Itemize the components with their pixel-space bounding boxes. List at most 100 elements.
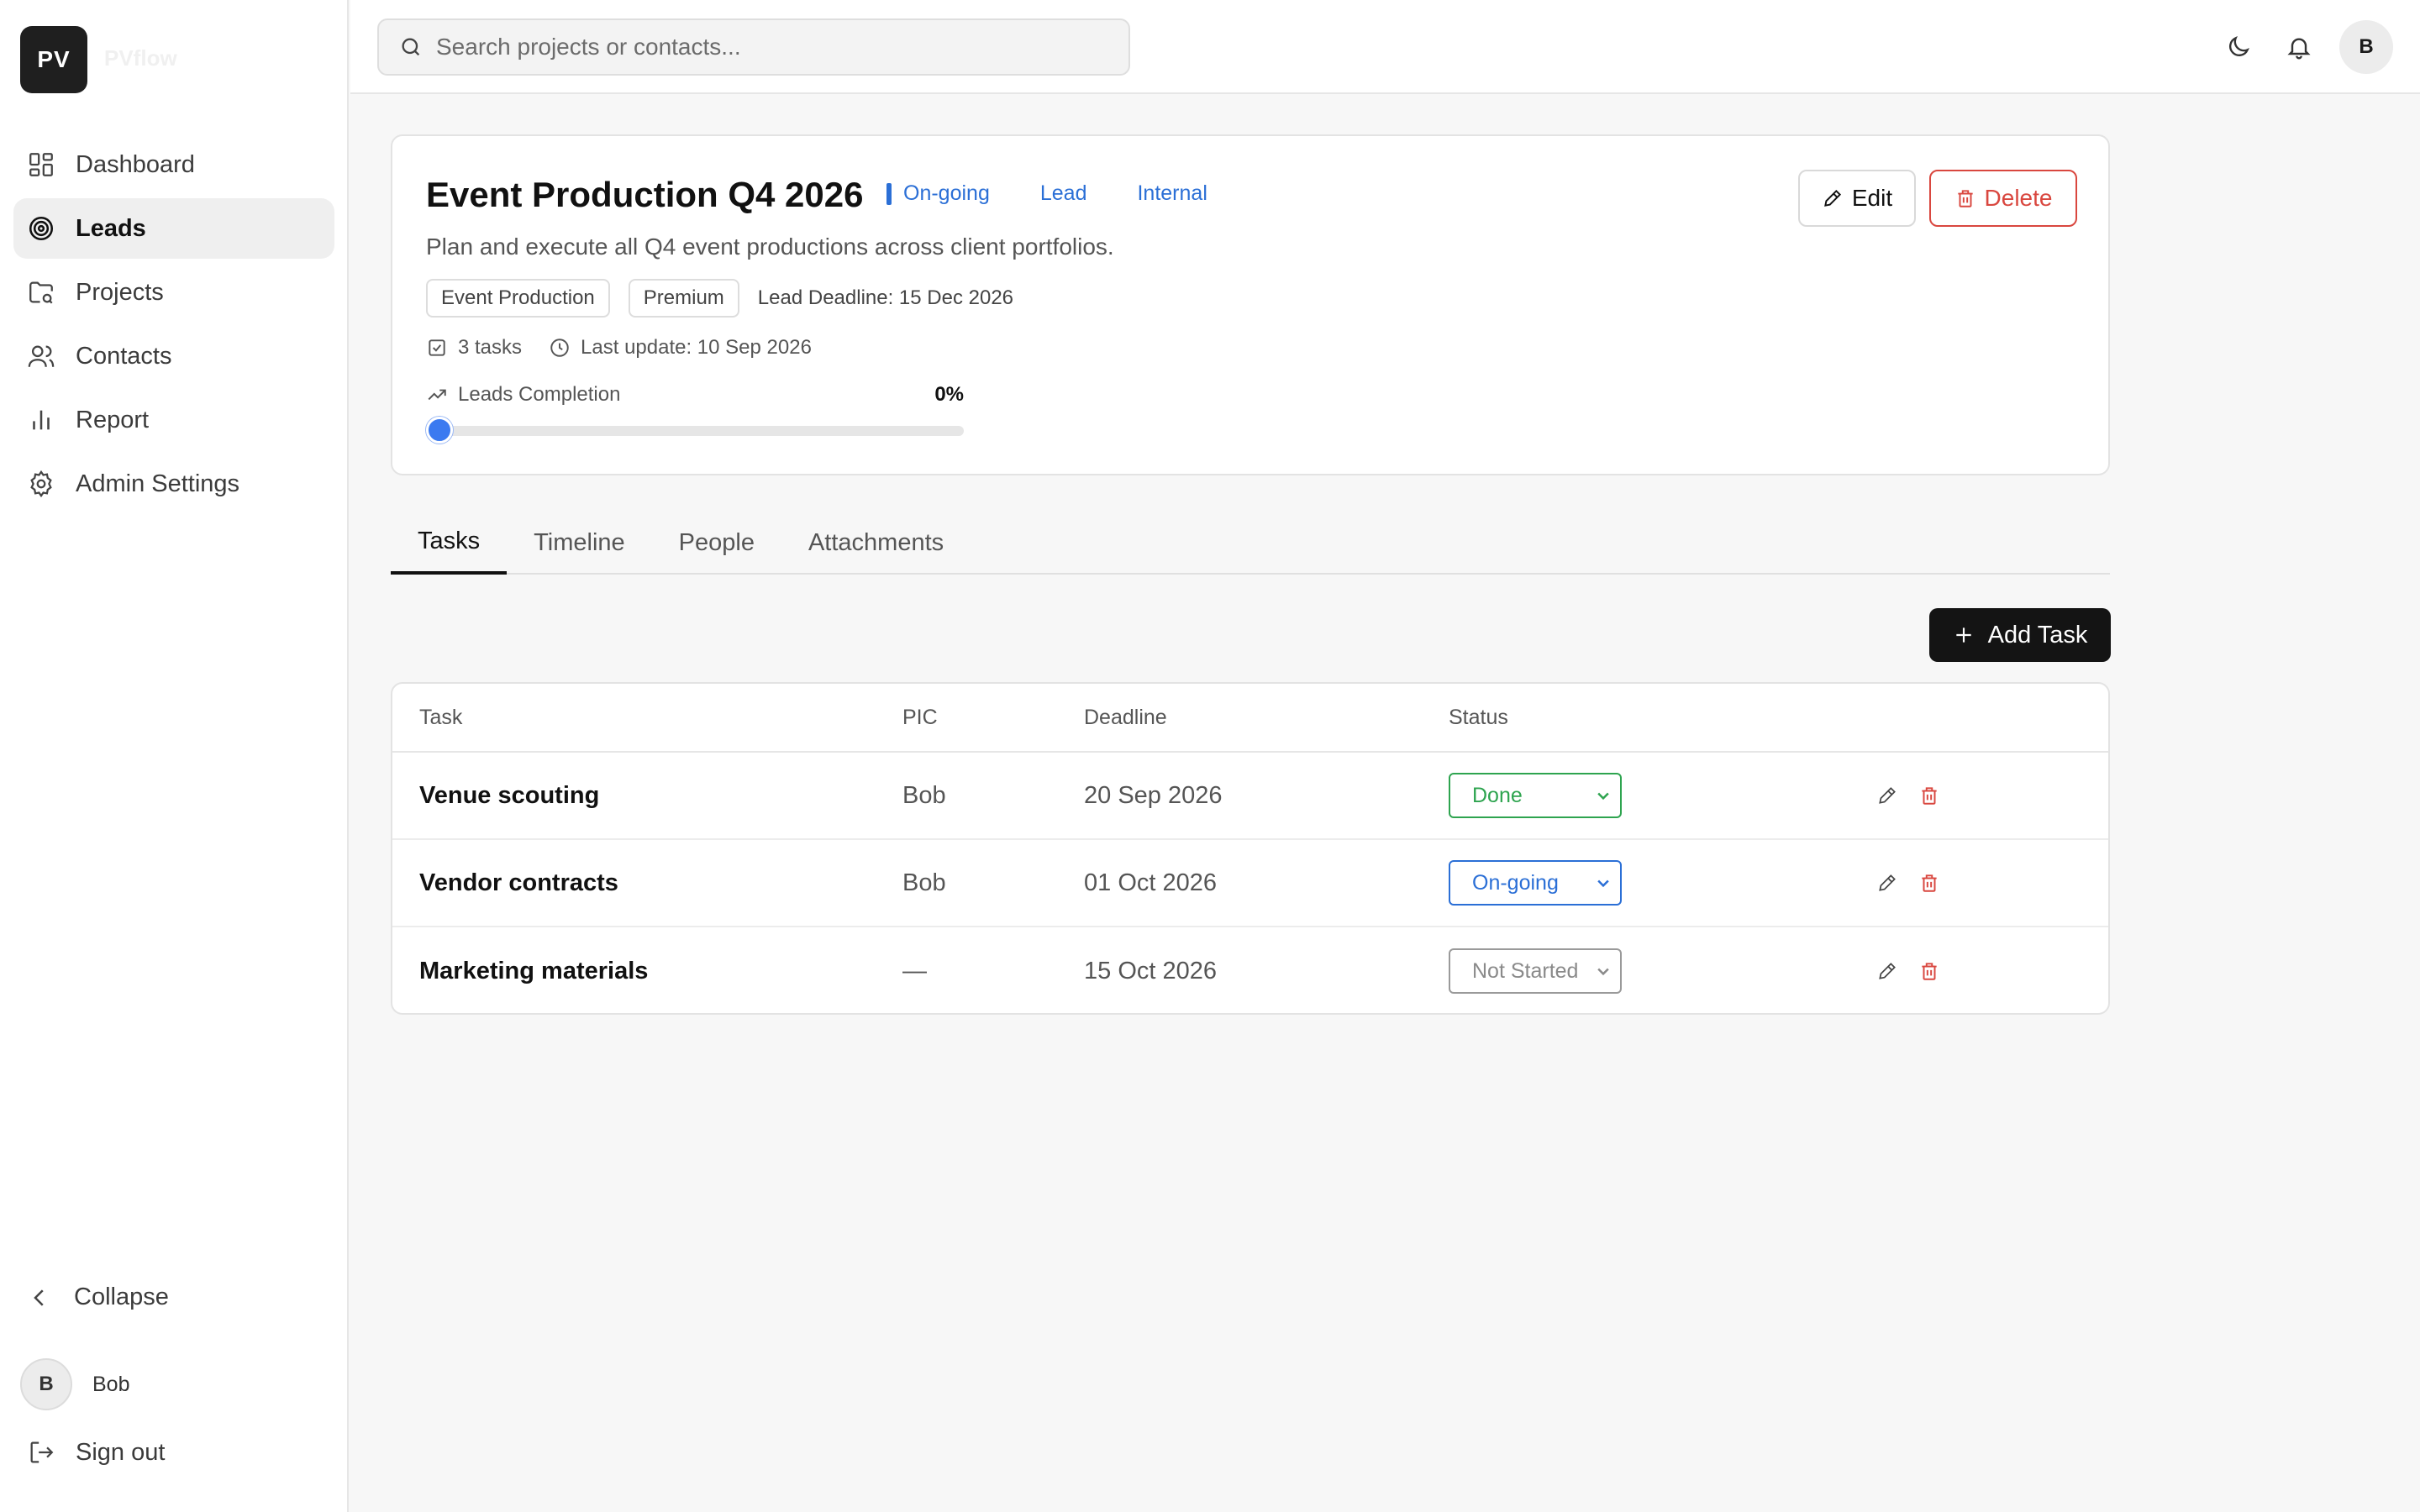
sidebar-user[interactable]: B Bob [20, 1358, 129, 1410]
search-icon [402, 38, 420, 56]
task-pic: — [902, 957, 927, 984]
status-select-value: On-going [1472, 870, 1559, 895]
task-name: Marketing materials [419, 957, 649, 984]
completion-label: Leads Completion [458, 383, 621, 406]
completion-slider-handle[interactable] [426, 417, 453, 444]
project-tags: Event Production Premium Lead Deadline: … [426, 279, 1013, 318]
avatar: B [20, 1358, 72, 1410]
trash-icon [1922, 963, 1937, 980]
edit-task-button[interactable] [1870, 954, 1904, 988]
sidebar-item-label: Report [76, 406, 150, 433]
delete-button[interactable]: Delete [1929, 170, 2077, 227]
moon-icon [2229, 36, 2249, 56]
search-input[interactable] [436, 34, 1092, 60]
sidebar-item-leads[interactable]: Leads [13, 198, 334, 259]
lead-deadline: Lead Deadline: 15 Dec 2026 [757, 286, 1014, 309]
status-select-value: Done [1472, 783, 1523, 807]
checkbox-icon [429, 339, 445, 356]
trash-icon [1957, 190, 1973, 207]
pencil-icon [1879, 963, 1896, 979]
pencil-icon [1879, 874, 1896, 891]
tab-attachments[interactable]: Attachments [781, 511, 971, 575]
tag: Event Production [426, 279, 610, 318]
last-update: Last update: 10 Sep 2026 [581, 336, 812, 359]
pencil-icon [1879, 787, 1896, 804]
chevron-down-icon [1597, 879, 1609, 888]
bell-icon [2287, 38, 2311, 60]
table-row: Marketing materials — 15 Oct 2026 Not St… [392, 927, 2108, 1013]
type-badge: Lead [1039, 181, 1087, 205]
trash-icon [1922, 874, 1937, 892]
project-badges: On-going Lead Internal [886, 181, 1207, 206]
page-title: Event Production Q4 2026 [426, 175, 864, 214]
trending-up-icon [428, 389, 446, 401]
delete-label: Delete [1984, 185, 2053, 211]
sidebar: PV PVflow Dashboard Leads Projects Conta… [0, 0, 349, 1512]
trash-icon [1922, 787, 1937, 805]
user-name: Bob [92, 1372, 130, 1396]
task-deadline: 01 Oct 2026 [1084, 869, 1217, 896]
sidebar-item-dashboard[interactable]: Dashboard [13, 134, 334, 195]
completion-percent: 0% [934, 383, 964, 406]
target-icon [29, 216, 54, 241]
collapse-button[interactable]: Collapse [27, 1284, 169, 1311]
sidebar-item-label: Dashboard [76, 150, 195, 178]
tag: Premium [628, 279, 739, 318]
sidebar-item-contacts[interactable]: Contacts [13, 326, 334, 386]
table-row: Vendor contracts Bob 01 Oct 2026 On-goin… [392, 840, 2108, 927]
sign-out-icon [30, 1441, 54, 1463]
sidebar-item-report[interactable]: Report [13, 390, 334, 450]
status-badge: On-going [886, 181, 990, 206]
edit-task-button[interactable] [1870, 866, 1904, 900]
column-header-pic: PIC [902, 705, 938, 729]
edit-button[interactable]: Edit [1798, 170, 1916, 227]
add-task-label: Add Task [1987, 621, 2088, 648]
project-description: Plan and execute all Q4 event production… [426, 234, 1114, 260]
completion-header: Leads Completion 0% [426, 383, 964, 407]
column-header-deadline: Deadline [1084, 705, 1167, 729]
status-select[interactable]: On-going [1449, 860, 1622, 906]
user-avatar-button[interactable]: B [2339, 20, 2393, 74]
chevron-down-icon [1597, 968, 1609, 976]
users-icon [28, 345, 55, 367]
sidebar-item-label: Admin Settings [76, 470, 240, 497]
collapse-label: Collapse [74, 1284, 169, 1310]
project-tabs: Tasks Timeline People Attachments [391, 511, 2110, 575]
delete-task-button[interactable] [1912, 954, 1946, 988]
tab-people[interactable]: People [652, 511, 781, 575]
theme-toggle-button[interactable] [2212, 20, 2265, 74]
sidebar-nav: Dashboard Leads Projects Contacts Report… [13, 134, 334, 517]
status-select[interactable]: Not Started [1449, 948, 1622, 994]
task-deadline: 15 Oct 2026 [1084, 957, 1217, 984]
bar-chart-icon [33, 410, 50, 430]
tasks-table: Task PIC Deadline Status Venue scouting … [391, 682, 2110, 1015]
folder-icon [29, 281, 53, 304]
task-name: Venue scouting [419, 781, 600, 809]
status-select[interactable]: Done [1449, 773, 1622, 818]
chevron-left-icon [34, 1289, 44, 1306]
tab-tasks[interactable]: Tasks [391, 511, 508, 575]
sidebar-item-label: Leads [76, 214, 146, 242]
topbar-actions: B [2205, 20, 2393, 74]
sign-out-button[interactable]: Sign out [27, 1438, 165, 1467]
column-header-status: Status [1449, 705, 1508, 729]
sidebar-item-admin-settings[interactable]: Admin Settings [13, 454, 334, 514]
column-header-task: Task [419, 705, 463, 729]
completion-track[interactable] [426, 426, 964, 436]
notifications-button[interactable] [2272, 20, 2326, 74]
sidebar-item-projects[interactable]: Projects [13, 262, 334, 323]
search-box[interactable] [377, 18, 1130, 76]
add-task-button[interactable]: Add Task [1929, 608, 2111, 662]
sidebar-item-label: Projects [76, 278, 164, 306]
delete-task-button[interactable] [1912, 866, 1946, 900]
task-pic: Bob [902, 869, 946, 896]
task-name: Vendor contracts [419, 869, 618, 896]
scope-badge: Internal [1137, 181, 1207, 205]
app-logo[interactable]: PV [20, 26, 87, 93]
grid-icon [29, 153, 53, 176]
gear-icon [30, 470, 52, 498]
edit-task-button[interactable] [1870, 779, 1904, 812]
tab-timeline[interactable]: Timeline [507, 511, 652, 575]
status-indicator [886, 182, 892, 205]
delete-task-button[interactable] [1912, 779, 1946, 812]
